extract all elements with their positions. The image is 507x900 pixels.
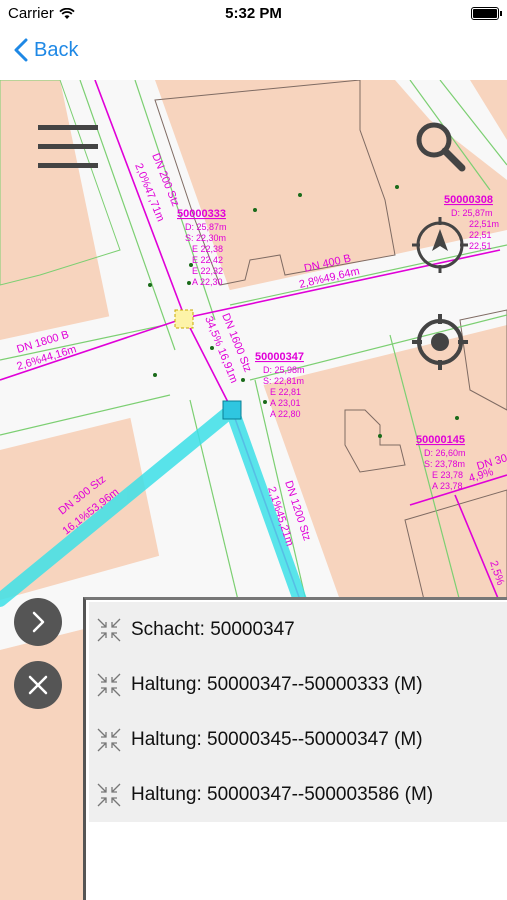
collapse-arrows-icon — [97, 673, 121, 696]
list-item-label: Schacht: 50000347 — [131, 618, 295, 640]
shaft-line: E 22,38 — [192, 244, 223, 254]
shaft-line: E 22,81 — [270, 387, 301, 397]
selection-list: Schacht: 50000347 Haltung: 50000347--500… — [89, 602, 507, 822]
chevron-right-icon — [32, 611, 45, 633]
search-icon — [416, 122, 466, 172]
shaft-line: A 22,80 — [270, 409, 301, 419]
collapse-arrows-icon — [97, 728, 121, 751]
status-bar: Carrier 5:32 PM — [0, 0, 507, 28]
shaft-line: S: 22,30m — [185, 233, 226, 243]
shaft-line: E 22,42 — [192, 255, 223, 265]
battery-cap — [500, 11, 502, 16]
list-item[interactable]: Haltung: 50000345--50000347 (M) — [89, 712, 507, 767]
shaft-line: S: 22,81m — [263, 376, 304, 386]
close-icon — [28, 675, 48, 695]
shaft-line: D: 26,60m — [424, 448, 466, 458]
locate-me-button[interactable] — [410, 312, 470, 372]
chevron-left-icon — [14, 38, 28, 62]
shaft-line: A 22,30 — [192, 277, 223, 287]
battery-icon — [471, 7, 499, 20]
list-item-label: Haltung: 50000347--50000333 (M) — [131, 673, 423, 695]
list-item-label: Haltung: 50000347--500003586 (M) — [131, 783, 434, 805]
list-item-label: Haltung: 50000345--50000347 (M) — [131, 728, 423, 750]
navigation-bar: Back — [0, 28, 507, 81]
compass-icon — [412, 217, 468, 273]
list-item[interactable]: Haltung: 50000347--500003586 (M) — [89, 767, 507, 822]
shaft-line: 22,51 — [469, 241, 492, 251]
shaft-id: 50000347 — [255, 351, 304, 363]
shaft-line: A 23,01 — [270, 398, 301, 408]
shaft-id: 50000308 — [444, 194, 493, 206]
status-time: 5:32 PM — [225, 5, 282, 22]
hamburger-menu-icon — [38, 125, 98, 168]
back-button[interactable]: Back — [14, 38, 78, 62]
shaft-line: 22,51 — [469, 230, 492, 240]
selected-shaft-marker[interactable] — [222, 400, 242, 420]
selection-panel: Schacht: 50000347 Haltung: 50000347--500… — [83, 597, 507, 900]
list-item[interactable]: Haltung: 50000347--50000333 (M) — [89, 657, 507, 712]
back-label: Back — [34, 38, 79, 61]
crosshair-location-icon — [412, 314, 468, 370]
shaft-line: S: 23,78m — [424, 459, 465, 469]
shaft-line: 22,51m — [469, 219, 499, 229]
shaft-line: E 22,32 — [192, 266, 223, 276]
compass-button[interactable] — [410, 215, 470, 275]
shaft-line: E 23,78 — [432, 470, 463, 480]
shaft-marker-yellow[interactable] — [174, 309, 194, 329]
shaft-line: D: 25,98m — [263, 365, 305, 375]
next-button[interactable] — [14, 598, 62, 646]
collapse-arrows-icon — [97, 783, 121, 806]
search-button[interactable] — [414, 120, 466, 172]
collapse-arrows-icon — [97, 618, 121, 641]
list-item[interactable]: Schacht: 50000347 — [89, 602, 507, 657]
menu-button[interactable] — [38, 125, 98, 169]
shaft-id: 50000145 — [416, 434, 465, 446]
shaft-line: A 23,78 — [432, 481, 463, 491]
shaft-id: 50000333 — [177, 208, 226, 220]
close-button[interactable] — [14, 661, 62, 709]
shaft-line: D: 25,87m — [185, 222, 227, 232]
